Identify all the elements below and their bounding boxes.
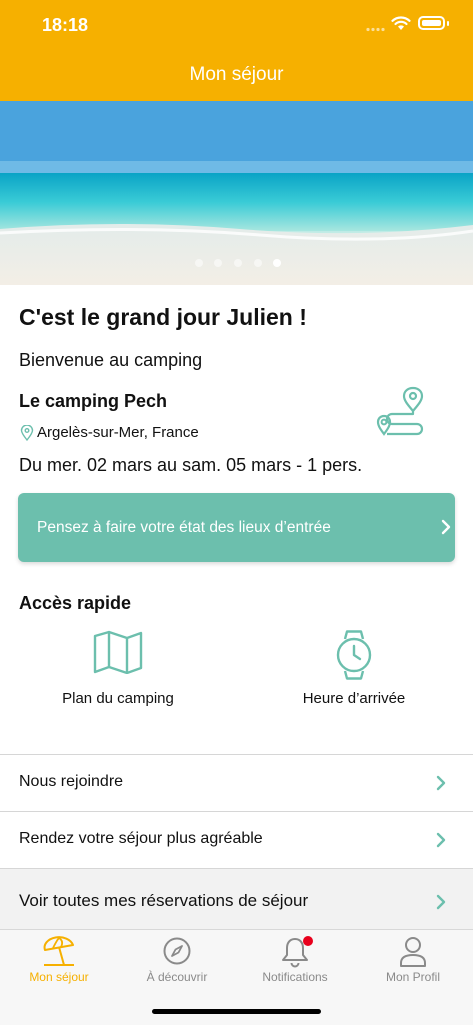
battery-icon: [418, 16, 445, 30]
list-item-join-us[interactable]: Nous rejoindre: [0, 754, 473, 811]
tab-mon-profil[interactable]: Mon Profil: [354, 936, 472, 984]
location-text: Argelès-sur-Mer, France: [37, 424, 199, 441]
tab-label: À découvrir: [146, 970, 208, 984]
location-pin-icon: [20, 424, 34, 441]
list-item-label: Rendez votre séjour plus agréable: [19, 830, 263, 847]
tab-mon-sejour[interactable]: Mon séjour: [0, 936, 118, 984]
carousel-dot[interactable]: [195, 259, 203, 267]
page-title: Mon séjour: [189, 64, 284, 85]
carousel-dot[interactable]: [254, 259, 262, 267]
carousel-indicator[interactable]: [0, 259, 473, 269]
banner-text: Pensez à faire votre état des lieux d’en…: [37, 519, 331, 536]
compass-icon: [163, 937, 191, 965]
chevron-right-icon: [441, 519, 451, 535]
battery-tip: [447, 21, 449, 26]
home-indicator[interactable]: [152, 1009, 321, 1014]
quick-access-map[interactable]: Plan du camping: [18, 630, 218, 707]
watch-icon: [336, 630, 372, 680]
tab-notifications[interactable]: Notifications: [236, 936, 354, 984]
route-directions-icon[interactable]: [375, 386, 427, 438]
status-bar: 18:18: [0, 0, 473, 52]
quick-access-map-label: Plan du camping: [62, 690, 174, 707]
list-item-label: Voir toutes mes réservations de séjour: [19, 891, 309, 910]
quick-access-title: Accès rapide: [19, 593, 132, 613]
carousel-dot[interactable]: [214, 259, 222, 267]
notification-badge: [303, 936, 313, 946]
chevron-right-icon: [436, 832, 446, 848]
carousel-dot-active[interactable]: [273, 259, 281, 267]
status-time: 18:18: [42, 15, 89, 35]
tab-label: Mon Profil: [385, 970, 441, 984]
carousel-dot[interactable]: [234, 259, 242, 267]
wifi-icon: [391, 16, 411, 30]
app-header: 18:18 Mon séjour: [0, 0, 473, 101]
stay-dates: Du mer. 02 mars au sam. 05 mars - 1 pers…: [19, 455, 363, 475]
list-item-enhance-stay[interactable]: Rendez votre séjour plus agréable: [0, 811, 473, 868]
map-icon: [93, 630, 143, 674]
signal-icon: [366, 27, 385, 32]
greeting-heading: C'est le grand jour Julien !: [19, 304, 307, 330]
beach-illustration: [0, 101, 473, 285]
user-icon: [400, 937, 426, 967]
camping-location: Argelès-sur-Mer, France: [20, 424, 199, 441]
list-item-all-reservations[interactable]: Voir toutes mes réservations de séjour: [0, 868, 473, 930]
chevron-right-icon: [436, 894, 446, 910]
welcome-subtitle: Bienvenue au camping: [19, 350, 203, 370]
tab-label: Mon séjour: [29, 970, 89, 984]
check-in-inventory-banner[interactable]: Pensez à faire votre état des lieux d’en…: [18, 493, 455, 562]
quick-access-arrival-label: Heure d’arrivée: [302, 690, 406, 707]
beach-umbrella-icon: [43, 936, 74, 966]
chevron-right-icon: [436, 775, 446, 791]
tab-a-decouvrir[interactable]: À découvrir: [118, 936, 236, 984]
camping-name: Le camping Pech: [19, 391, 168, 411]
hero-beach-image[interactable]: [0, 101, 473, 285]
tab-label: Notifications: [262, 970, 328, 984]
list-item-label: Nous rejoindre: [19, 773, 124, 790]
quick-access-arrival-time[interactable]: Heure d’arrivée: [254, 630, 454, 707]
